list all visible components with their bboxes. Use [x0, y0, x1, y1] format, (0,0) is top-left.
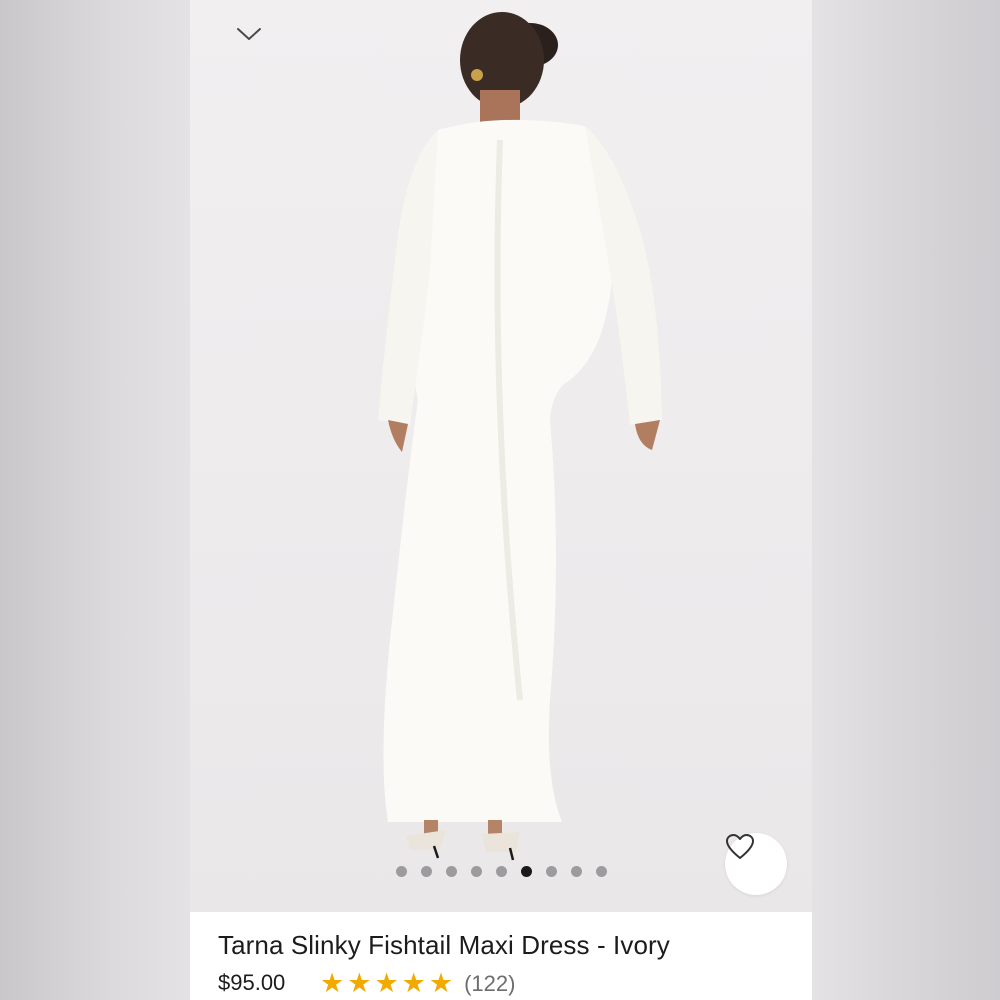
product-price: $95.00: [218, 970, 286, 995]
product-screen: Tarna Slinky Fishtail Maxi Dress - Ivory…: [190, 0, 812, 1000]
product-title[interactable]: Tarna Slinky Fishtail Maxi Dress - Ivory: [218, 930, 670, 961]
star-icon: ★: [347, 968, 372, 998]
product-image[interactable]: [190, 0, 812, 912]
product-rating[interactable]: ★ ★ ★ ★ ★ (122): [320, 970, 515, 997]
review-count[interactable]: (122): [464, 971, 515, 997]
product-info: Tarna Slinky Fishtail Maxi Dress - Ivory…: [190, 912, 812, 1000]
heart-icon: [726, 834, 754, 859]
background-right: [812, 0, 1000, 1000]
gallery-dot[interactable]: [545, 866, 557, 877]
favorite-button[interactable]: [725, 833, 787, 895]
gallery-pagination: [190, 866, 812, 877]
star-icon: ★: [320, 968, 345, 998]
background-left: [0, 0, 190, 1000]
dress-illustration: [378, 12, 662, 861]
star-icon: ★: [401, 968, 426, 998]
collapse-button[interactable]: [236, 26, 276, 56]
gallery-dot[interactable]: [420, 866, 432, 877]
gallery-dot[interactable]: [395, 866, 407, 877]
gallery-dot-active[interactable]: [520, 866, 532, 877]
gallery-dot[interactable]: [445, 866, 457, 877]
chevron-down-icon: [237, 28, 261, 40]
star-icon: ★: [374, 968, 399, 998]
star-icon: ★: [428, 968, 454, 998]
gallery-dot[interactable]: [570, 866, 582, 877]
gallery-dot[interactable]: [495, 866, 507, 877]
gallery-dot[interactable]: [595, 866, 607, 877]
gallery-dot[interactable]: [470, 866, 482, 877]
